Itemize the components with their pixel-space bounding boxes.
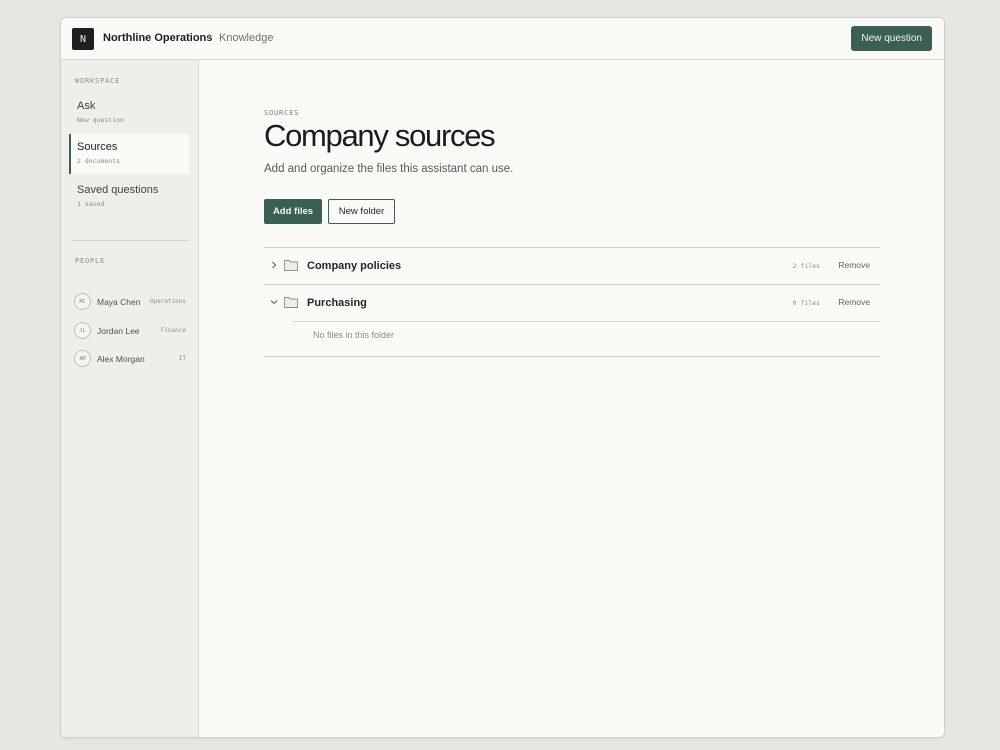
org-name[interactable]: Northline Operations (103, 32, 212, 44)
org-logo[interactable]: N (72, 28, 94, 50)
add-files-button[interactable]: Add files (264, 199, 322, 224)
top-bar: N Northline Operations / Knowledge New q… (61, 18, 944, 60)
page-description: Add and organize the files this assistan… (264, 163, 514, 175)
remove-folder-button[interactable]: Remove (838, 297, 870, 307)
workspace-heading: WORKSPACE (75, 77, 121, 85)
avatar: JL (74, 322, 91, 339)
new-question-button[interactable]: New question (851, 26, 932, 51)
person-name: Jordan Lee (97, 326, 140, 336)
file-count: 0 files (792, 299, 820, 307)
list-bottom-divider (264, 356, 880, 357)
folder-empty-state: No files in this folder (264, 321, 880, 356)
sidebar-item-subtitle: 1 saved (77, 200, 105, 208)
folder-icon (284, 297, 298, 308)
folder-name: Company policies (307, 260, 402, 272)
person-name: Maya Chen (97, 297, 141, 307)
person-jordan-lee[interactable]: JL Jordan Lee Finance (74, 322, 186, 340)
person-team: Finance (160, 327, 186, 334)
sidebar-item-ask[interactable]: Ask New question (69, 93, 189, 133)
sidebar-item-label: Saved questions (77, 184, 159, 196)
sidebar-item-subtitle: 2 documents (77, 157, 121, 165)
sidebar-item-label: Ask (77, 100, 96, 112)
new-folder-button[interactable]: New folder (328, 199, 395, 224)
person-name: Alex Morgan (97, 354, 145, 364)
empty-folder-message: No files in this folder (313, 330, 395, 340)
sidebar-item-label: Sources (77, 141, 118, 153)
chevron-down-icon[interactable] (269, 297, 279, 307)
divider (293, 321, 880, 322)
folder-name: Purchasing (307, 297, 367, 309)
page-title: Company sources (264, 118, 496, 153)
file-count: 2 files (792, 262, 820, 270)
breadcrumb-separator: / (207, 32, 211, 44)
sidebar-item-sources[interactable]: Sources 2 documents (69, 134, 189, 174)
person-alex-morgan[interactable]: AM Alex Morgan IT (74, 350, 186, 368)
sidebar-item-subtitle: New question (77, 116, 124, 124)
sidebar-divider (71, 240, 189, 241)
avatar: MC (74, 293, 91, 310)
folder-row-company-policies[interactable]: Company policies 2 files Remove (264, 247, 880, 284)
folder-icon (284, 260, 298, 271)
avatar: AM (74, 350, 91, 367)
remove-folder-button[interactable]: Remove (838, 260, 870, 270)
person-maya-chen[interactable]: MC Maya Chen Operations (74, 293, 186, 311)
person-team: IT (178, 355, 186, 362)
sidebar-item-saved-questions[interactable]: Saved questions 1 saved (69, 177, 189, 217)
page-eyebrow: SOURCES (264, 109, 300, 117)
app-window: N Northline Operations / Knowledge New q… (60, 17, 945, 738)
people-heading: PEOPLE (75, 257, 106, 265)
sidebar: WORKSPACE Ask New question Sources 2 doc… (61, 60, 199, 737)
folder-list: Company policies 2 files Remove Purchasi… (264, 247, 880, 357)
breadcrumb-current-page[interactable]: Knowledge (219, 32, 273, 44)
chevron-right-icon[interactable] (269, 260, 279, 270)
person-team: Operations (149, 298, 186, 305)
folder-row-purchasing[interactable]: Purchasing 0 files Remove (264, 284, 880, 321)
